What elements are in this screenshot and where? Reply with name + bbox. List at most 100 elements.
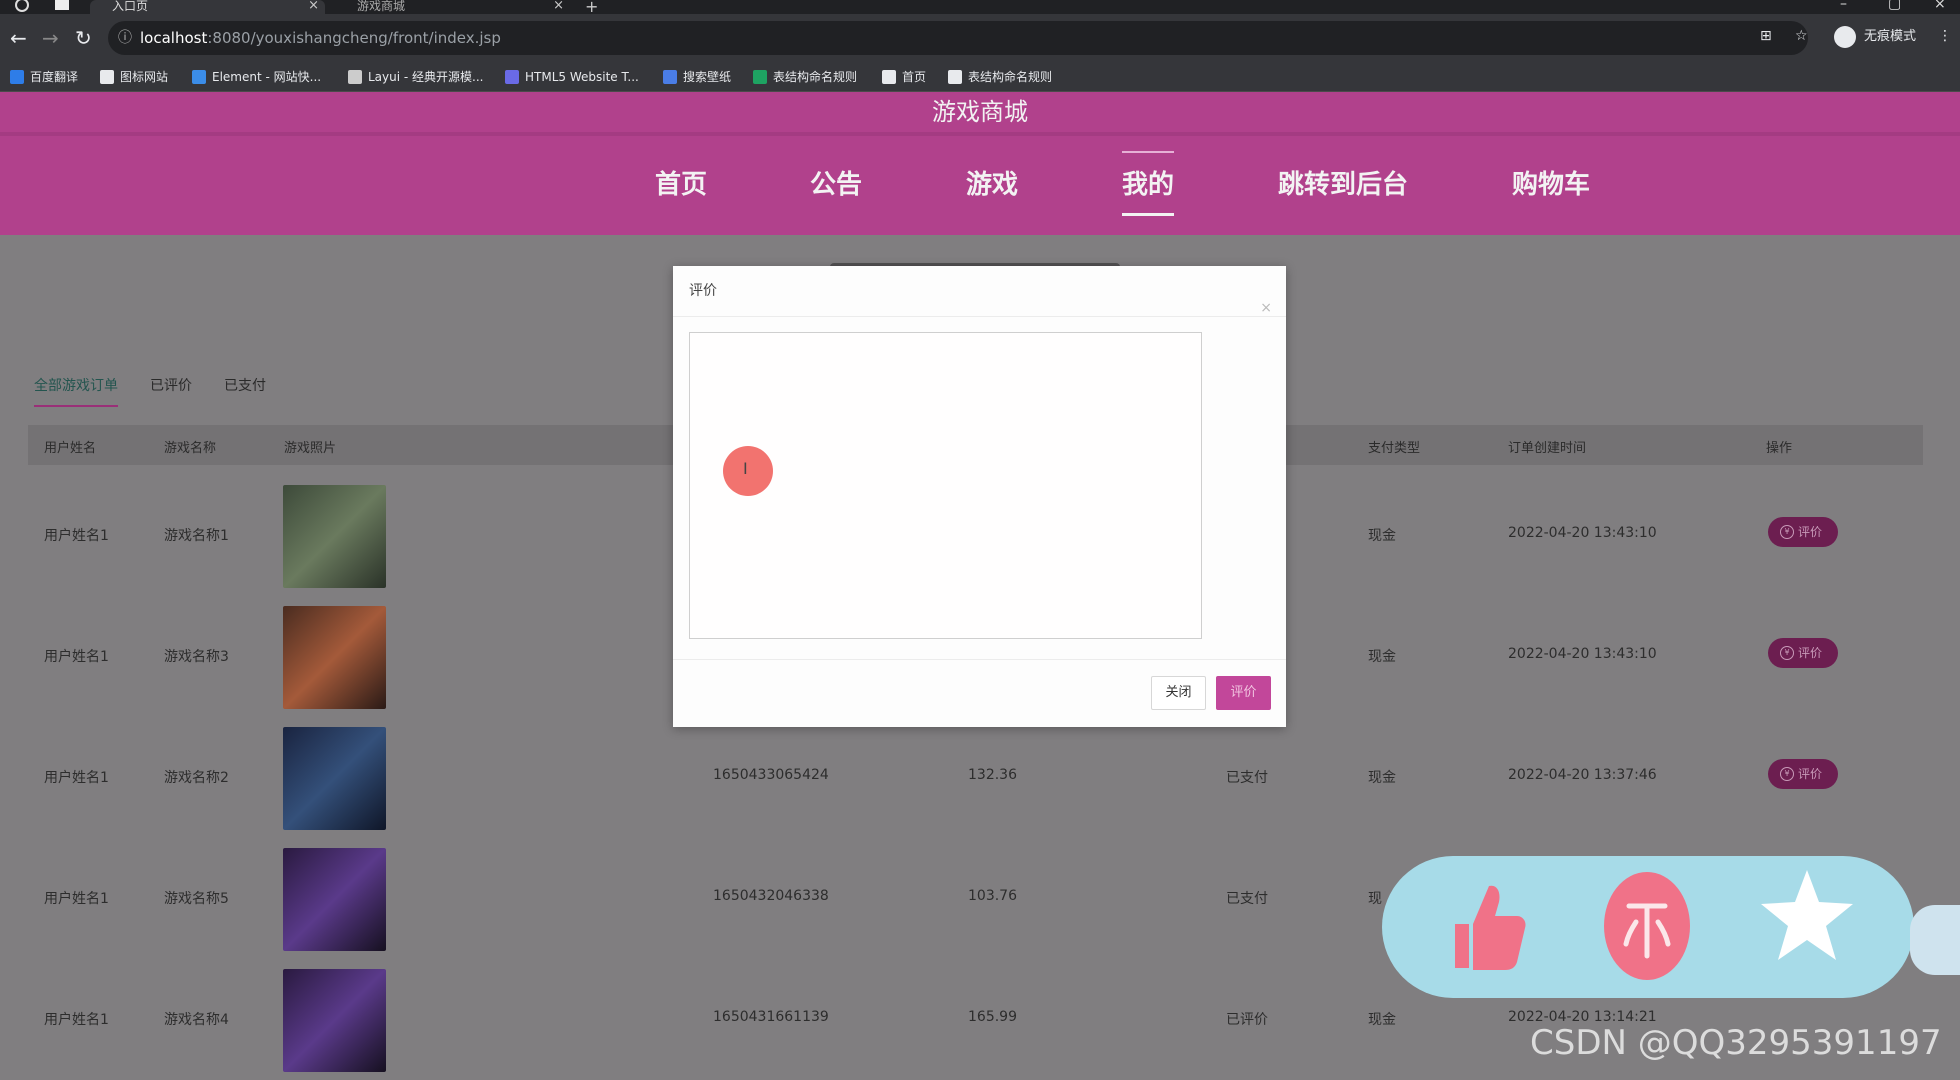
bookmark-item[interactable]: Layui - 经典开源模...	[348, 69, 483, 85]
minimize-icon[interactable]: –	[1840, 0, 1847, 12]
bookmark-favicon-icon	[663, 70, 677, 84]
close-button[interactable]: 关闭	[1151, 676, 1206, 710]
cell-created: 2022-04-20 13:37:46	[1508, 767, 1657, 783]
cell-price: 103.76	[968, 888, 1017, 904]
cell-game: 游戏名称5	[164, 891, 229, 907]
column-header: 游戏名称	[164, 441, 217, 456]
bookmark-label: 搜索壁纸	[683, 70, 732, 84]
restore-icon[interactable]: ▢	[1888, 0, 1901, 12]
window-menu-icon[interactable]	[55, 0, 69, 10]
review-button-label: 评价	[1798, 767, 1823, 781]
bookmark-item[interactable]: 图标网站	[100, 69, 168, 85]
bookmark-label: 表结构命名规则	[773, 70, 858, 84]
review-button-label: 评价	[1798, 646, 1823, 660]
thumbs-up-icon[interactable]	[1447, 876, 1527, 976]
url-input[interactable]: ⓘ localhost:8080/youxishangcheng/front/i…	[108, 21, 1808, 55]
site-title: 游戏商城	[932, 98, 1028, 126]
site-info-icon[interactable]: ⓘ	[118, 21, 132, 55]
star-icon[interactable]	[1757, 866, 1857, 966]
nav-games[interactable]: 游戏	[966, 167, 1018, 203]
cell-pay-type: 现金	[1368, 770, 1396, 786]
nav-home[interactable]: 首页	[655, 167, 707, 203]
bookmark-item[interactable]: 表结构命名规则	[948, 69, 1052, 85]
column-header: 支付类型	[1368, 441, 1421, 456]
cell-price: 165.99	[968, 1009, 1017, 1025]
close-icon[interactable]: ×	[1260, 300, 1272, 316]
nav-notice[interactable]: 公告	[810, 167, 862, 203]
tab-close-icon[interactable]: ×	[308, 0, 319, 12]
game-thumbnail	[283, 969, 386, 1072]
browser-tab-2[interactable]: 游戏商城 ×	[335, 0, 570, 14]
bookmark-favicon-icon	[10, 70, 24, 84]
coin-icon[interactable]	[1604, 872, 1690, 980]
cell-game: 游戏名称4	[164, 1012, 229, 1028]
tab-reviewed[interactable]: 已评价	[150, 375, 192, 395]
column-header: 游戏照片	[284, 441, 337, 456]
browser-logo-icon	[15, 0, 29, 12]
column-header: 订单创建时间	[1508, 441, 1587, 456]
floating-action-panel	[1382, 856, 1914, 998]
nav-admin[interactable]: 跳转到后台	[1278, 167, 1408, 203]
bookmark-favicon-icon	[882, 70, 896, 84]
back-icon[interactable]: ←	[10, 26, 27, 50]
tab-title: 游戏商城	[357, 0, 406, 13]
bookmark-item[interactable]: 首页	[882, 69, 926, 85]
incognito-icon	[1834, 26, 1856, 48]
address-toolbar: ← → ↻ ⓘ localhost:8080/youxishangcheng/f…	[0, 14, 1960, 64]
url-host: localhost	[140, 29, 208, 47]
bookmark-item[interactable]: 表结构命名规则	[753, 69, 857, 85]
cell-order-no: 1650433065424	[713, 767, 829, 783]
review-button-label: 评价	[1798, 525, 1823, 539]
submit-review-button[interactable]: 评价	[1216, 676, 1271, 710]
dialog-title: 评价	[689, 283, 717, 299]
bookmark-label: Element - 网站快...	[212, 70, 322, 84]
bookmark-favicon-icon	[348, 70, 362, 84]
nav-cart[interactable]: 购物车	[1512, 167, 1590, 203]
dialog-divider	[673, 659, 1286, 660]
review-button[interactable]: ¥ 评价	[1768, 638, 1838, 668]
cell-price: 132.36	[968, 767, 1017, 783]
side-widget[interactable]	[1910, 905, 1960, 975]
cell-pay-type: 现	[1368, 891, 1382, 907]
bookmark-item[interactable]: 百度翻译	[10, 69, 78, 85]
bookmark-item[interactable]: HTML5 Website T...	[505, 69, 639, 85]
reload-icon[interactable]: ↻	[75, 26, 92, 50]
bookmark-label: HTML5 Website T...	[525, 70, 639, 84]
game-thumbnail	[283, 848, 386, 951]
column-header: 操作	[1766, 441, 1793, 456]
incognito-label: 无痕模式	[1864, 29, 1917, 44]
text-cursor-icon: I	[743, 459, 748, 478]
bookmark-item[interactable]: Element - 网站快...	[192, 69, 321, 85]
bookmark-label: 图标网站	[120, 70, 169, 84]
cell-created: 2022-04-20 13:43:10	[1508, 525, 1657, 541]
window-close-icon[interactable]: ×	[1934, 0, 1946, 12]
yen-icon: ¥	[1780, 525, 1794, 539]
nav-mine[interactable]: 我的	[1122, 151, 1175, 216]
incognito-indicator[interactable]: 无痕模式	[1832, 23, 1932, 51]
yen-icon: ¥	[1780, 767, 1794, 781]
tab-all-orders[interactable]: 全部游戏订单	[34, 375, 118, 407]
table-row: 用户姓名1 游戏名称2 1650433065424 132.36 已支付 现金 2022-0…	[28, 717, 1923, 837]
translate-icon[interactable]: ⊞	[1760, 28, 1772, 44]
cell-game: 游戏名称1	[164, 528, 229, 544]
tab-paid[interactable]: 已支付	[224, 375, 266, 395]
review-button[interactable]: ¥ 评价	[1768, 517, 1838, 547]
game-thumbnail	[283, 727, 386, 830]
tab-close-icon[interactable]: ×	[553, 0, 564, 12]
cursor-highlight: I	[723, 446, 773, 496]
dialog-divider	[673, 316, 1286, 317]
url-path: :8080/youxishangcheng/front/index.jsp	[207, 29, 501, 47]
browser-tab-1[interactable]: 入口页 ×	[90, 0, 325, 14]
bookmark-favicon-icon	[100, 70, 114, 84]
bookmark-label: 首页	[902, 70, 927, 84]
header-divider	[0, 132, 1960, 136]
browser-menu-icon[interactable]: ⋮	[1938, 28, 1952, 44]
bookmark-star-icon[interactable]: ☆	[1795, 28, 1808, 44]
cell-status: 已支付	[1226, 891, 1268, 907]
bookmark-favicon-icon	[192, 70, 206, 84]
cell-game: 游戏名称3	[164, 649, 229, 665]
forward-icon[interactable]: →	[42, 26, 59, 50]
review-dialog: 评价 × 关闭 评价	[673, 266, 1286, 727]
bookmark-item[interactable]: 搜索壁纸	[663, 69, 731, 85]
review-button[interactable]: ¥ 评价	[1768, 759, 1838, 789]
